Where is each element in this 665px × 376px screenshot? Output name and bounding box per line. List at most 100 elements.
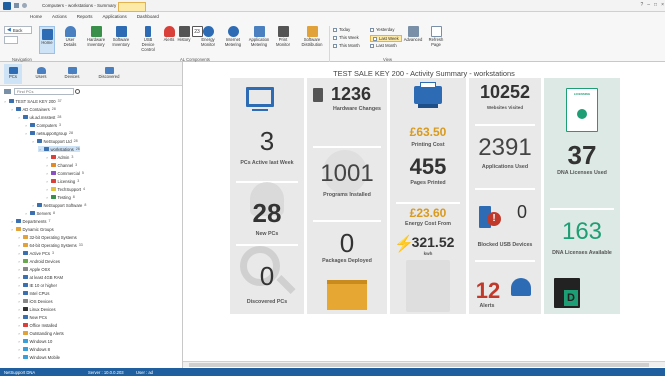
search-pcs-input[interactable] bbox=[14, 88, 74, 95]
horizontal-scrollbar[interactable] bbox=[183, 361, 665, 367]
tree-item[interactable]: › Android Devices bbox=[17, 258, 60, 264]
tree-expander-icon[interactable]: › bbox=[45, 187, 49, 192]
home-button[interactable]: Home bbox=[39, 26, 55, 54]
filter-this-week[interactable]: This Week bbox=[333, 35, 359, 40]
tree-expander-icon[interactable]: › bbox=[17, 315, 21, 320]
help-button[interactable]: ? bbox=[640, 2, 643, 10]
tree-item[interactable]: › Commercial 5 bbox=[45, 170, 84, 176]
tree-expander-icon[interactable]: › bbox=[17, 355, 21, 360]
internet-metering-button[interactable]: Internet Metering bbox=[222, 26, 244, 48]
software-distribution-button[interactable]: Software Distribution bbox=[298, 26, 326, 48]
tree-expander-icon[interactable]: › bbox=[17, 299, 21, 304]
tab-actions[interactable]: Actions bbox=[52, 14, 67, 20]
tree-expander-icon[interactable]: › bbox=[24, 131, 28, 136]
tree-expander-icon[interactable]: › bbox=[17, 275, 21, 280]
tree-item[interactable]: › Intel CPUs bbox=[17, 290, 49, 296]
quick-access-undo-icon[interactable] bbox=[22, 3, 27, 8]
filter-last-month[interactable]: Last Month bbox=[370, 43, 397, 48]
tree-expander-icon[interactable]: › bbox=[17, 115, 21, 120]
tree-expander-icon[interactable]: › bbox=[17, 339, 21, 344]
filter-today[interactable]: Today bbox=[333, 27, 350, 32]
tab-dashboard[interactable]: Dashboard bbox=[137, 14, 159, 20]
tree-item[interactable]: › 64-bit Operating Systems 33 bbox=[17, 242, 82, 248]
tree-item[interactable]: › Computers 3 bbox=[24, 122, 61, 128]
forward-button[interactable] bbox=[4, 36, 18, 44]
refresh-page-button[interactable]: Refresh Page bbox=[427, 26, 445, 48]
panel-toolbar-icon[interactable] bbox=[4, 89, 11, 94]
tree-item[interactable]: › Channel 3 bbox=[45, 162, 77, 168]
tree-expander-icon[interactable]: › bbox=[24, 211, 28, 216]
tree-item[interactable]: › at least 4GB RAM bbox=[17, 274, 63, 280]
tree-expander-icon[interactable]: › bbox=[31, 139, 35, 144]
tree-expander-icon[interactable]: › bbox=[45, 179, 49, 184]
print-monitor-button[interactable]: Print Monitor bbox=[273, 26, 293, 48]
tree-expander-icon[interactable]: › bbox=[10, 107, 14, 112]
tree-expander-icon[interactable]: › bbox=[45, 163, 49, 168]
tab-home[interactable]: Home bbox=[30, 14, 42, 20]
tree-expander-icon[interactable]: › bbox=[17, 243, 21, 248]
tree-item[interactable]: › Dynamic Groups bbox=[10, 226, 53, 232]
tab-pcs[interactable]: PCs bbox=[4, 64, 22, 84]
tree-item[interactable]: › uk.ad.msstest 28 bbox=[17, 114, 61, 120]
tree-item[interactable]: › workstations 26 bbox=[38, 146, 80, 152]
tree-item[interactable]: › Licensing 3 bbox=[45, 178, 79, 184]
tree-expander-icon[interactable]: › bbox=[17, 267, 21, 272]
search-icon[interactable] bbox=[75, 89, 80, 94]
advanced-button[interactable]: Advanced bbox=[402, 26, 424, 43]
tree-item[interactable]: › Outstanding Alerts bbox=[17, 330, 63, 336]
minimize-button[interactable]: – bbox=[647, 2, 650, 10]
tree-expander-icon[interactable]: › bbox=[17, 251, 21, 256]
usb-device-control-button[interactable]: USB Device Control bbox=[137, 26, 159, 52]
tree-item[interactable]: › New PCs bbox=[17, 314, 47, 320]
tree-expander-icon[interactable]: › bbox=[17, 283, 21, 288]
tree-item[interactable]: › Office Installed bbox=[17, 322, 57, 328]
tree-item[interactable]: › 32-bit Operating Systems bbox=[17, 234, 76, 240]
tree-item[interactable]: › Windows 8 bbox=[17, 346, 50, 352]
tree-item[interactable]: › iOS Devices bbox=[17, 298, 52, 304]
tree-item[interactable]: › Departments 7 bbox=[10, 218, 50, 224]
tree-item[interactable]: › NetSupport Software 8 bbox=[31, 202, 86, 208]
software-inventory-button[interactable]: Software Inventory bbox=[110, 26, 132, 48]
filter-last-week[interactable]: Last Week bbox=[370, 35, 402, 42]
tree-item[interactable]: › NetSupport Ltd 28 bbox=[31, 138, 77, 144]
alerts-button[interactable]: Alerts bbox=[162, 26, 176, 43]
tree-expander-icon[interactable]: › bbox=[45, 171, 49, 176]
tree-item[interactable]: › AD Containers 28 bbox=[10, 106, 55, 112]
back-button[interactable]: ◀ Back bbox=[4, 26, 32, 34]
application-metering-button[interactable]: Application Metering bbox=[247, 26, 271, 48]
tree-item[interactable]: › Servers 8 bbox=[24, 210, 55, 216]
hardware-inventory-button[interactable]: Hardware Inventory bbox=[84, 26, 108, 48]
tree-item[interactable]: › IE 10 or higher bbox=[17, 282, 57, 288]
user-details-button[interactable]: User Details bbox=[61, 26, 79, 48]
quick-access-save-icon[interactable] bbox=[14, 3, 19, 8]
tree-expander-icon[interactable]: › bbox=[3, 99, 7, 104]
tree-item[interactable]: › Windows 10 bbox=[17, 338, 52, 344]
tab-devices[interactable]: Devices bbox=[62, 64, 82, 80]
tree-item[interactable]: › TEST SALE KEY 200 37 bbox=[3, 98, 61, 104]
tree-item[interactable]: › Active PCs 3 bbox=[17, 250, 54, 256]
tree-expander-icon[interactable]: › bbox=[17, 323, 21, 328]
tree-expander-icon[interactable]: › bbox=[45, 195, 49, 200]
tree-expander-icon[interactable]: › bbox=[17, 291, 21, 296]
tree-expander-icon[interactable]: › bbox=[17, 259, 21, 264]
filter-this-month[interactable]: This Month bbox=[333, 43, 360, 48]
tree-expander-icon[interactable]: › bbox=[38, 147, 42, 152]
maximize-button[interactable]: □ bbox=[654, 2, 657, 10]
energy-monitor-button[interactable]: Energy Monitor bbox=[199, 26, 217, 48]
tree-expander-icon[interactable]: › bbox=[17, 331, 21, 336]
tree-expander-icon[interactable]: › bbox=[24, 123, 28, 128]
tree-item[interactable]: › Admin 3 bbox=[45, 154, 73, 160]
close-button[interactable]: × bbox=[661, 2, 664, 10]
tab-users[interactable]: Users bbox=[32, 64, 50, 80]
tree-expander-icon[interactable]: › bbox=[10, 219, 14, 224]
tree-item[interactable]: › Apple OSX bbox=[17, 266, 50, 272]
tree-expander-icon[interactable]: › bbox=[45, 155, 49, 160]
tree-item[interactable]: › netsupportgroup 28 bbox=[24, 130, 73, 136]
tree-item[interactable]: › TechSupport 4 bbox=[45, 186, 85, 192]
tree-item[interactable]: › Linux Devices bbox=[17, 306, 55, 312]
tree-item[interactable]: › Testing 8 bbox=[45, 194, 74, 200]
tree-item[interactable]: › Windows Mobile bbox=[17, 354, 60, 360]
tree-expander-icon[interactable]: › bbox=[31, 203, 35, 208]
history-button[interactable]: History bbox=[177, 26, 191, 43]
tree-expander-icon[interactable]: › bbox=[10, 227, 14, 232]
